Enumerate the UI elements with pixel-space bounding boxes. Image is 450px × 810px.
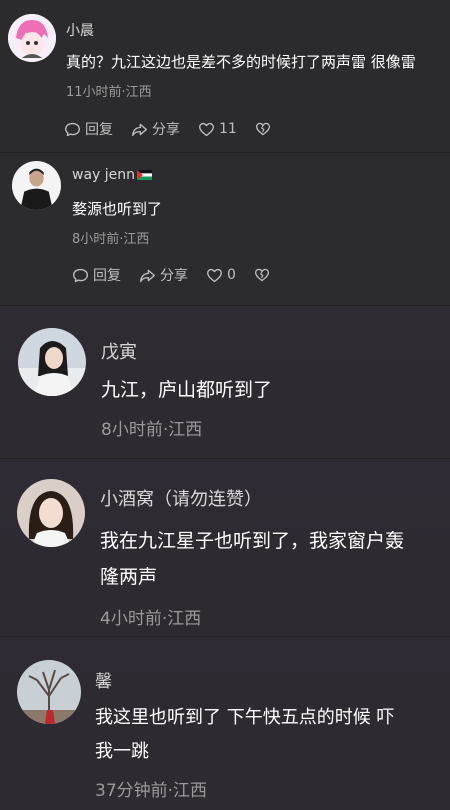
comment-text: 九江，庐山都听到了 [101, 379, 273, 401]
comment-item: 小酒窝（请勿连赞） 我在九江星子也听到了，我家窗户轰 隆两声 4小时前·江西 [0, 459, 450, 637]
avatar[interactable] [17, 660, 81, 724]
comment-actions: 回复 分享 0 [72, 265, 288, 285]
author-name: way jenn [72, 167, 136, 183]
share-label: 分享 [152, 122, 180, 138]
comment-timestamp-location: 8小时前·江西 [72, 232, 150, 247]
avatar[interactable] [12, 161, 61, 210]
comment-text: 我这里也听到了 下午快五点的时候 吓 我一跳 [95, 701, 394, 769]
comment-text: 真的？九江这边也是差不多的时候打了两声雷 很像雷 [66, 53, 416, 71]
like-count: 0 [227, 267, 236, 283]
palestine-flag-icon [137, 170, 153, 180]
comment-author[interactable]: 戊寅 [101, 338, 137, 364]
dislike-button[interactable] [255, 121, 271, 137]
comment-item: 小晨 真的？九江这边也是差不多的时候打了两声雷 很像雷 11小时前·江西 回复 … [0, 0, 450, 153]
comment-text-line: 我在九江星子也听到了，我家窗户轰 [100, 530, 405, 552]
share-button[interactable]: 分享 [131, 119, 180, 139]
avatar[interactable] [17, 479, 85, 547]
heart-icon [207, 268, 222, 282]
comment-timestamp-location: 11小时前·江西 [66, 85, 152, 100]
heart-icon [199, 122, 214, 136]
share-arrow-icon [140, 269, 155, 282]
comment-text-line: 我这里也听到了 下午快五点的时候 吓 [95, 707, 395, 728]
comment-text-line: 隆两声 [100, 566, 158, 588]
comment-item: 馨 我这里也听到了 下午快五点的时候 吓 我一跳 37分钟前·江西 [0, 637, 450, 810]
like-button[interactable]: 0 [206, 267, 236, 284]
dislike-button[interactable] [254, 267, 270, 283]
share-arrow-icon [132, 123, 147, 136]
broken-heart-icon [254, 268, 269, 282]
share-button[interactable]: 分享 [139, 265, 188, 285]
reply-bubble-icon [73, 268, 88, 282]
like-count: 11 [219, 121, 237, 137]
comment-timestamp-location: 4小时前·江西 [100, 609, 202, 629]
comment-author[interactable]: 馨 [95, 667, 112, 692]
comment-item: 戊寅 九江，庐山都听到了 8小时前·江西 [0, 306, 450, 459]
comment-author[interactable]: 小酒窝（请勿连赞） [100, 485, 262, 511]
comment-author[interactable]: 小晨 [66, 20, 94, 40]
avatar[interactable] [18, 328, 86, 396]
reply-label: 回复 [93, 268, 121, 284]
avatar[interactable] [8, 14, 56, 62]
share-label: 分享 [160, 268, 188, 284]
reply-button[interactable]: 回复 [72, 265, 121, 285]
comment-text: 婺源也听到了 [72, 200, 163, 218]
comment-author[interactable]: way jenn [72, 167, 153, 183]
broken-heart-icon [255, 122, 270, 136]
reply-button[interactable]: 回复 [64, 119, 113, 139]
comment-actions: 回复 分享 11 [64, 119, 289, 139]
reply-bubble-icon [65, 122, 80, 136]
comment-text: 我在九江星子也听到了，我家窗户轰 隆两声 [100, 523, 404, 595]
comment-item: way jenn 婺源也听到了 8小时前·江西 回复 分享 0 [0, 153, 450, 306]
comment-text-line: 我一跳 [95, 741, 149, 762]
comment-timestamp-location: 8小时前·江西 [101, 420, 203, 440]
comment-timestamp-location: 37分钟前·江西 [95, 781, 208, 801]
like-button[interactable]: 11 [198, 121, 237, 138]
reply-label: 回复 [85, 122, 113, 138]
